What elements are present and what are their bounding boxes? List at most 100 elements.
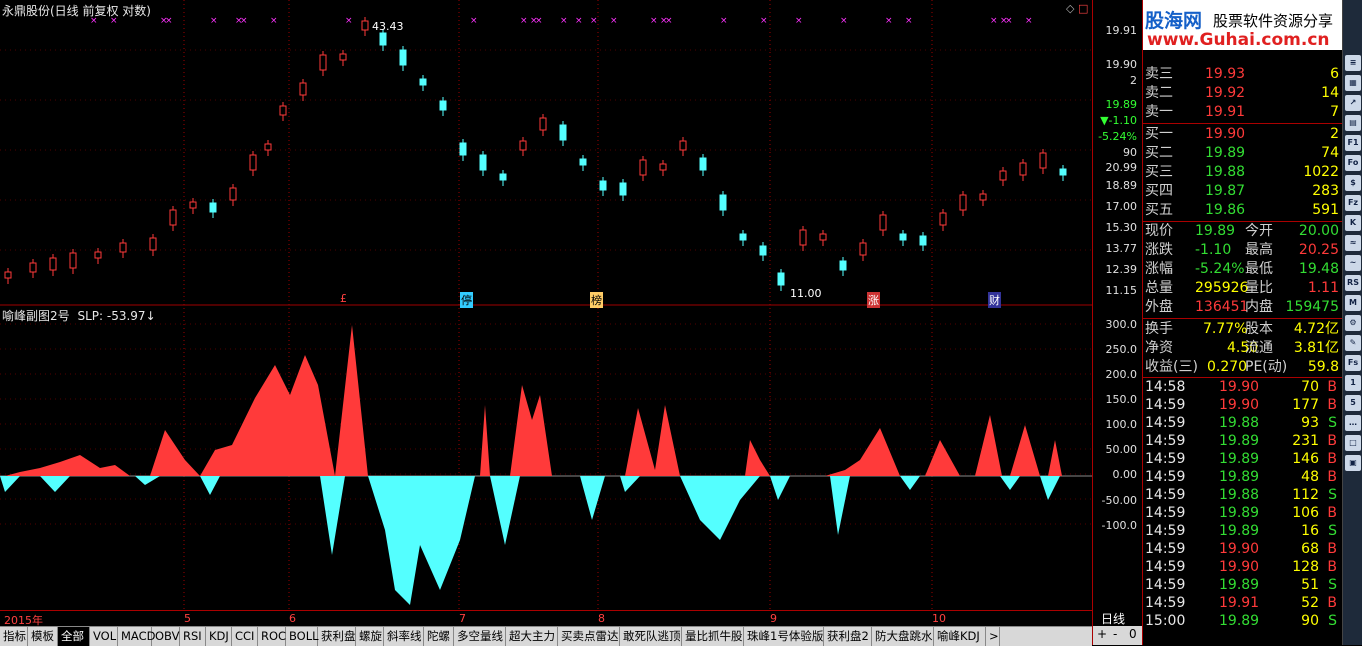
tool-icon[interactable]: ⚙ bbox=[1345, 315, 1361, 331]
indicator-positive-area bbox=[0, 325, 1062, 476]
tick-price: 19.89 bbox=[1219, 469, 1260, 485]
candle-body bbox=[599, 180, 607, 191]
tick-volume: 16 bbox=[1301, 523, 1319, 539]
period-label[interactable]: 日线 bbox=[1101, 610, 1125, 627]
kline-canvas[interactable]: × × ×× × ×× × × × × ×× × × × × × ×× × × × × × × × ×× × bbox=[0, 0, 1092, 610]
stat-row: 涨跌 -1.10 最高 20.25 bbox=[1145, 242, 1339, 258]
signal-marker: × bbox=[760, 16, 768, 26]
indicator-tab[interactable]: 珠峰1号体验版 bbox=[744, 627, 824, 646]
axis-label: 15.30 bbox=[1105, 221, 1138, 234]
signal-marker: × bbox=[650, 16, 658, 26]
tick-side: B bbox=[1327, 559, 1337, 575]
indicator-tab[interactable]: RSI bbox=[180, 627, 206, 646]
indicator-tab[interactable]: ROC bbox=[258, 627, 286, 646]
slp-value: SLP: -53.97 bbox=[77, 309, 146, 323]
tick-row: 14:59 19.89 51 S bbox=[1143, 576, 1343, 595]
f10-icon[interactable]: F1 bbox=[1345, 135, 1361, 151]
indicator-tab[interactable]: 陀螺 bbox=[424, 627, 454, 646]
indicator-tab[interactable]: BOLL bbox=[286, 627, 319, 646]
indicator-icon[interactable]: ≈ bbox=[1345, 235, 1361, 251]
indicator-tab[interactable]: KDJ bbox=[206, 627, 232, 646]
chart-area[interactable]: × × × × × × × × × × × × × × × × × × × × × × × × × × × × × × 永鼎股份(日线 前… bbox=[0, 0, 1092, 610]
event-marker[interactable]: 榜 bbox=[590, 292, 603, 308]
indicator-tab[interactable]: 量比抓牛股 bbox=[682, 627, 744, 646]
indicator-tab[interactable]: 防大盘跳水 bbox=[872, 627, 934, 646]
fz-icon[interactable]: Fz bbox=[1345, 195, 1361, 211]
indicator-tab[interactable]: 斜率线 bbox=[384, 627, 424, 646]
sell-row: 卖二 19.92 14 bbox=[1145, 85, 1339, 101]
indicator-tab[interactable]: OBV bbox=[152, 627, 180, 646]
indicator-tab[interactable]: 指标 bbox=[0, 627, 28, 646]
tick-row: 14:59 19.88 112 S bbox=[1143, 486, 1343, 505]
tick-price: 19.90 bbox=[1219, 559, 1260, 575]
indicator-tab[interactable]: 模板 bbox=[28, 627, 58, 646]
macd-icon[interactable]: M bbox=[1345, 295, 1361, 311]
five-icon[interactable]: 5 bbox=[1345, 395, 1361, 411]
grid-icon[interactable]: ▤ bbox=[1345, 115, 1361, 131]
indicator-tab[interactable]: 获利盘 bbox=[318, 627, 356, 646]
tick-time: 14:59 bbox=[1145, 415, 1186, 431]
close-icon[interactable]: □ bbox=[1078, 2, 1088, 15]
indicator-tab[interactable]: 螺旋 bbox=[356, 627, 384, 646]
fs-icon[interactable]: Fs bbox=[1345, 355, 1361, 371]
more-icon[interactable]: … bbox=[1345, 415, 1361, 431]
sell-row: 卖一 19.91 7 bbox=[1145, 104, 1339, 120]
candle-body bbox=[519, 140, 527, 151]
trend-icon[interactable]: ↗ bbox=[1345, 95, 1361, 111]
tick-volume: 90 bbox=[1301, 613, 1319, 629]
candle-body bbox=[379, 32, 387, 46]
indicator-tab[interactable]: MACD bbox=[118, 627, 155, 646]
pane-controls[interactable]: ◇ □ bbox=[1066, 2, 1088, 15]
zoom-reset-button[interactable]: 0 bbox=[1129, 627, 1137, 641]
list-icon[interactable]: ≡ bbox=[1345, 55, 1361, 71]
signal-marker: × bbox=[1005, 16, 1013, 26]
event-marker[interactable]: 涨 bbox=[867, 292, 880, 308]
chart-icon[interactable]: ▦ bbox=[1345, 75, 1361, 91]
indicator-tab[interactable]: 喻峰KDJ bbox=[934, 627, 986, 646]
tick-volume: 112 bbox=[1292, 487, 1319, 503]
indicator-tab[interactable]: 超大主力 bbox=[506, 627, 558, 646]
candle-body bbox=[419, 78, 427, 86]
rsi-icon[interactable]: RS bbox=[1345, 275, 1361, 291]
candle-body bbox=[879, 214, 887, 231]
fo-icon[interactable]: Fo bbox=[1345, 155, 1361, 171]
indicator-tab[interactable]: CCI bbox=[232, 627, 258, 646]
event-marker[interactable]: 停 bbox=[460, 292, 473, 308]
signal-marker: × bbox=[795, 16, 803, 26]
signal-marker: × bbox=[720, 16, 728, 26]
indicator-tab[interactable]: 多空量线 bbox=[454, 627, 506, 646]
indicator-tab[interactable]: VOL bbox=[90, 627, 118, 646]
cube-icon[interactable]: □ bbox=[1345, 435, 1361, 451]
tick-time: 14:58 bbox=[1145, 379, 1186, 395]
tick-price: 19.89 bbox=[1219, 523, 1260, 539]
indicator-tab[interactable]: 全部 bbox=[58, 627, 90, 646]
tick-row: 14:59 19.88 93 S bbox=[1143, 414, 1343, 433]
indicator-tab[interactable]: 敢死队逃顶 bbox=[620, 627, 682, 646]
zoom-in-button[interactable]: + bbox=[1097, 627, 1107, 641]
indicator-tab[interactable]: > bbox=[986, 627, 1000, 646]
event-marker[interactable]: 财 bbox=[988, 292, 1001, 308]
tick-time: 14:59 bbox=[1145, 433, 1186, 449]
k-icon[interactable]: K bbox=[1345, 215, 1361, 231]
pen-icon[interactable]: ✎ bbox=[1345, 335, 1361, 351]
zoom-out-button[interactable]: - bbox=[1113, 627, 1117, 641]
candle-body bbox=[69, 252, 77, 269]
axis-label: 90 bbox=[1123, 146, 1137, 159]
one-icon[interactable]: 1 bbox=[1345, 375, 1361, 391]
doc-icon[interactable]: $ bbox=[1345, 175, 1361, 191]
event-marker[interactable]: £ bbox=[340, 292, 347, 305]
stat-row: 换手 7.77% 股本 4.72亿 bbox=[1145, 321, 1339, 337]
candle-body bbox=[399, 49, 407, 66]
tick-time: 14:59 bbox=[1145, 595, 1186, 611]
indicator-tab[interactable]: 买卖点雷达 bbox=[558, 627, 620, 646]
indicator-tab[interactable]: 获利盘2 bbox=[824, 627, 872, 646]
image-icon[interactable]: ▣ bbox=[1345, 455, 1361, 471]
period-controls: 日线 + - 0 bbox=[1092, 610, 1143, 645]
tick-row: 14:59 19.89 106 B bbox=[1143, 504, 1343, 523]
line-icon[interactable]: ~ bbox=[1345, 255, 1361, 271]
diamond-icon[interactable]: ◇ bbox=[1066, 2, 1074, 15]
date-axis: 2015年 5 6 7 8 9 10 bbox=[0, 610, 1092, 627]
axis-label: 19.91 bbox=[1105, 24, 1138, 37]
candle-body bbox=[579, 158, 587, 166]
logo-url: www.Guhai.com.cn bbox=[1147, 30, 1330, 50]
